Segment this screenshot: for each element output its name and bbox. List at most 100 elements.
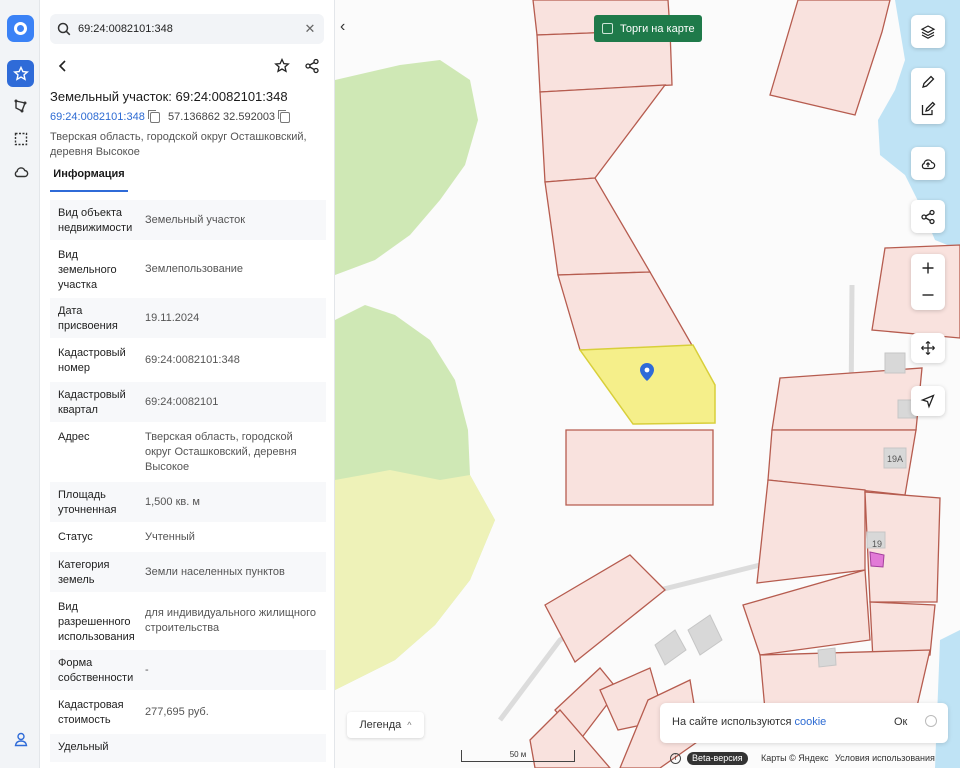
info-table: Вид объекта недвижимости Земельный участо… [50, 200, 326, 764]
table-row: Кадастровая стоимость 277,695 руб. [50, 692, 326, 734]
layers-icon[interactable] [911, 15, 945, 48]
search-bar: ✕ [50, 14, 324, 44]
pencil-icon[interactable] [911, 68, 945, 95]
left-rail [0, 0, 40, 768]
info-icon[interactable]: i [670, 753, 681, 764]
row-key: Вид разрешенного использования [58, 601, 135, 643]
table-row: Адрес Тверская область, городской округ О… [50, 424, 326, 482]
table-row: Кадастровый номер 69:24:0082101:348 [50, 340, 326, 382]
legend-label: Легенда [359, 719, 402, 731]
search-icon[interactable] [56, 21, 72, 37]
share-icon[interactable] [911, 200, 945, 233]
table-row: Вид земельного участка Землепользование [50, 242, 326, 298]
share-icon[interactable] [302, 56, 322, 76]
copy-icon[interactable] [278, 109, 291, 123]
row-key: Кадастровая стоимость [58, 699, 124, 726]
terms-link[interactable]: Условия использования [835, 753, 935, 763]
row-value: 69:24:0082101:348 [145, 353, 240, 366]
water-area [935, 630, 960, 768]
table-row: Вид объекта недвижимости Земельный участо… [50, 200, 326, 242]
page-title: Земельный участок: 69:24:0082101:348 [50, 89, 288, 104]
coordinates-chip[interactable]: 57.136862 32.592003 [168, 109, 291, 123]
row-key: Дата присвоения [58, 305, 118, 332]
zoom-out-icon[interactable] [911, 281, 945, 308]
cloud-icon[interactable] [7, 158, 34, 185]
table-row: Вид разрешенного использования для индиви… [50, 594, 326, 650]
legend-button[interactable]: Легенда ^ [347, 712, 424, 738]
row-key: Удельный [58, 741, 109, 753]
draw-tools [911, 68, 945, 124]
app-logo[interactable] [7, 15, 34, 42]
row-value: 277,695 руб. [145, 705, 209, 718]
row-value: 19.11.2024 [145, 311, 200, 324]
user-icon[interactable] [7, 725, 34, 752]
table-row: Кадастровый квартал 69:24:0082101 [50, 382, 326, 424]
highlighted-building [869, 551, 885, 568]
cloud-upload-icon[interactable] [911, 147, 945, 180]
back-arrow-icon[interactable] [53, 56, 73, 76]
row-value: для индивидуального жилищного строительс… [145, 607, 317, 634]
cookie-message: На сайте используются [672, 716, 792, 728]
collapse-panel-chevron-icon[interactable]: ‹ [340, 18, 352, 36]
row-key: Вид объекта недвижимости [58, 207, 133, 234]
beta-badge: Beta-версия [687, 752, 748, 765]
row-key: Вид земельного участка [58, 249, 117, 291]
map-footer: 50 м i Beta-версия Карты © Яндекс Услови… [335, 750, 960, 768]
zoom-in-icon[interactable] [911, 254, 945, 281]
info-panel: ✕ Земельный участок: 69:24:0082101:348 6… [40, 0, 335, 768]
clear-search-icon[interactable]: ✕ [302, 21, 318, 37]
address-text: Тверская область, городской округ Осташк… [50, 131, 307, 158]
table-row: Удельный [50, 734, 326, 764]
row-key: Форма собственности [58, 657, 134, 684]
row-key: Кадастровый квартал [58, 389, 126, 416]
area-select-icon[interactable] [7, 125, 34, 152]
auctions-toggle-button[interactable]: Торги на карте [594, 15, 702, 42]
app-root: ✕ Земельный участок: 69:24:0082101:348 6… [0, 0, 960, 768]
close-icon[interactable] [925, 715, 937, 727]
layers-tool [911, 15, 945, 48]
row-key: Адрес [58, 431, 90, 443]
locate-tool [911, 386, 945, 416]
parcel-label-19a: 19А [887, 454, 903, 464]
cadastral-number-text[interactable]: 69:24:0082101:348 [50, 111, 145, 123]
table-row: Площадь уточненная 1,500 кв. м [50, 482, 326, 524]
move-arrows-icon[interactable] [911, 333, 945, 363]
row-key: Кадастровый номер [58, 347, 126, 374]
share-tool [911, 200, 945, 233]
search-input[interactable] [78, 19, 298, 39]
forest-area [335, 60, 478, 275]
row-value: Тверская область, городской округ Осташк… [145, 430, 297, 473]
row-value: - [145, 663, 149, 676]
cadastral-number-link[interactable]: 69:24:0082101:348 [50, 109, 160, 123]
favorites-star-icon[interactable] [7, 60, 34, 87]
cookie-text: На сайте используются cookie [672, 716, 826, 728]
scale-bar: 50 м [461, 750, 575, 762]
table-row: Категория земель Земли населенных пунктов [50, 552, 326, 594]
bookmark-star-icon[interactable] [272, 56, 292, 76]
checkbox-icon[interactable] [602, 23, 613, 34]
cookie-link[interactable]: cookie [794, 716, 826, 728]
cadastral-map[interactable]: 19А 19 [335, 0, 960, 768]
selected-parcel[interactable] [578, 344, 716, 425]
cookie-ok-button[interactable]: Ок [894, 716, 907, 728]
polygon-draw-icon[interactable] [7, 92, 34, 119]
cookie-banner: На сайте используются cookie Ок [660, 703, 948, 743]
row-key: Статус [58, 531, 93, 543]
pan-tool [911, 333, 945, 363]
tab-information[interactable]: Информация [50, 168, 128, 192]
zoom-controls [911, 254, 945, 310]
table-row: Дата присвоения 19.11.2024 [50, 298, 326, 340]
row-value: Учтенный [145, 530, 195, 543]
row-key: Категория земель [58, 559, 110, 586]
map-attribution[interactable]: Карты © Яндекс [761, 753, 829, 763]
chevron-up-icon: ^ [407, 720, 412, 730]
edit-icon[interactable] [911, 95, 945, 122]
row-value [137, 734, 326, 762]
auctions-label: Торги на карте [620, 22, 695, 35]
map-canvas[interactable]: 19А 19 [335, 0, 960, 768]
copy-icon[interactable] [147, 109, 160, 123]
meadow-area [335, 470, 495, 690]
row-value: Землепользование [145, 262, 244, 275]
coordinates-text: 57.136862 32.592003 [168, 111, 276, 123]
navigation-arrow-icon[interactable] [911, 386, 945, 416]
